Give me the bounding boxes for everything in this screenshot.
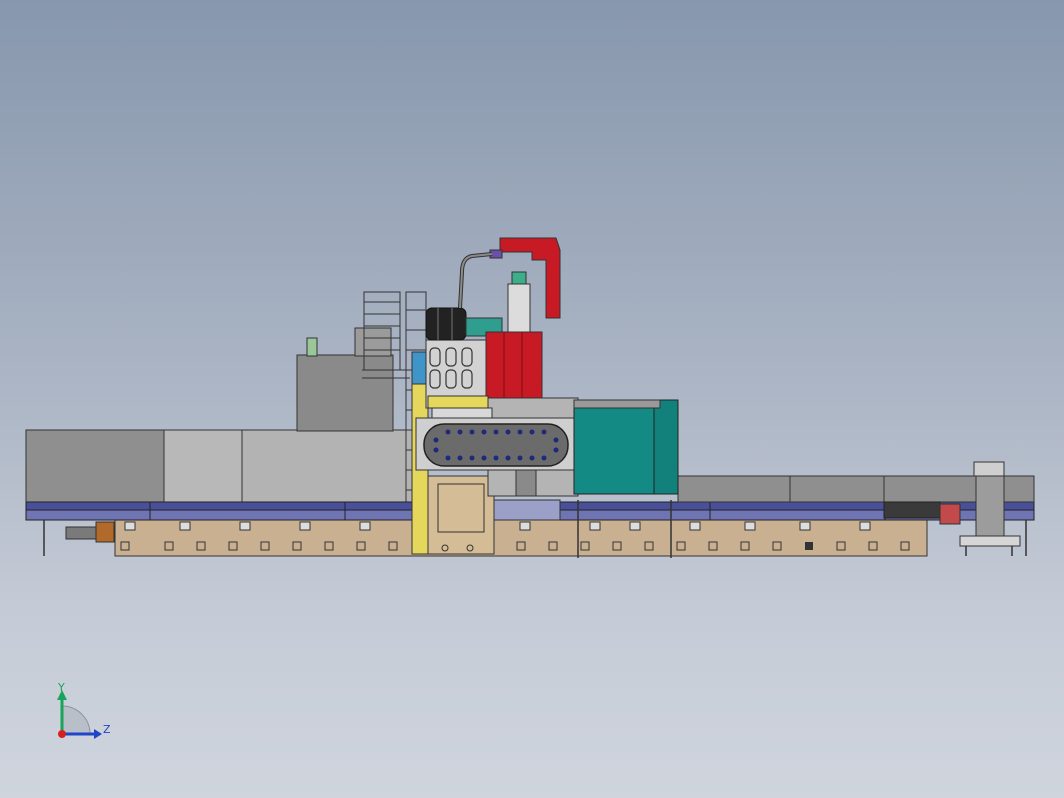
triad-quadrant xyxy=(61,705,91,735)
left-enclosure-guard xyxy=(25,429,413,503)
triad-y-label: Y xyxy=(58,681,65,694)
column-trim xyxy=(427,395,489,409)
cad-viewport[interactable]: Y Z xyxy=(0,0,1064,798)
x-axis-dot xyxy=(58,730,66,738)
left-drive-motor xyxy=(65,521,115,543)
teal-hydraulic-unit xyxy=(573,399,679,495)
machine-model-side-view[interactable] xyxy=(0,0,1064,798)
z-axis-head xyxy=(94,729,102,739)
tool-magazine xyxy=(415,417,575,471)
electrical-cabinet xyxy=(296,327,394,432)
triad-z-label: Z xyxy=(103,723,111,736)
